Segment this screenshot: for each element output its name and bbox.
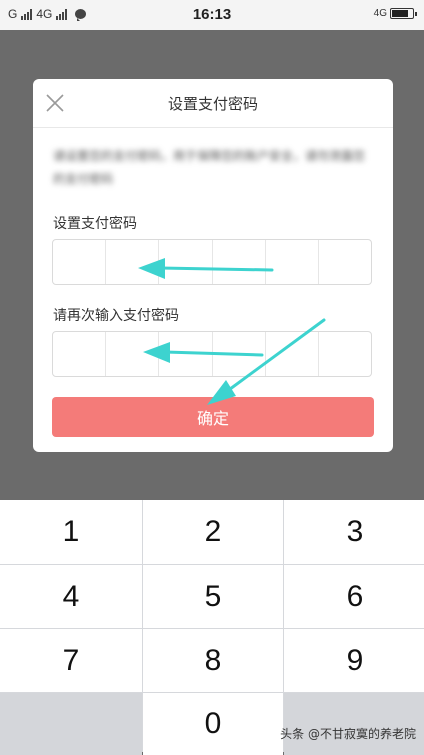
digit-cell	[53, 332, 107, 376]
digit-cell	[106, 332, 160, 376]
watermark: 头条 @不甘寂寞的养老院	[280, 727, 416, 741]
key-8[interactable]: 8	[143, 629, 283, 692]
key-0[interactable]: 0	[143, 693, 283, 755]
key-blank-right	[284, 693, 424, 755]
confirm-button[interactable]: 确定	[52, 397, 374, 437]
digit-cell	[319, 240, 371, 284]
digit-cell	[159, 332, 213, 376]
digit-cell	[106, 240, 160, 284]
digit-cell	[319, 332, 371, 376]
dialog-title: 设置支付密码	[167, 95, 258, 113]
key-blank-left	[0, 693, 142, 755]
key-7[interactable]: 7	[0, 629, 142, 692]
confirm-password-label: 请再次输入支付密码	[53, 308, 179, 324]
key-3[interactable]: 3	[284, 500, 424, 564]
battery-icon	[390, 8, 417, 19]
digit-cell	[266, 240, 319, 284]
status-bar: G 4G 16:13 4G	[0, 0, 424, 30]
key-9[interactable]: 9	[284, 629, 424, 692]
set-password-label: 设置支付密码	[53, 216, 137, 232]
key-4[interactable]: 4	[0, 565, 142, 628]
key-2[interactable]: 2	[143, 500, 283, 564]
confirm-password-input[interactable]	[52, 331, 372, 377]
digit-cell	[159, 240, 213, 284]
numeric-keypad: 1 2 3 4 5 6 7 8 9 0	[0, 500, 424, 755]
digit-cell	[213, 332, 266, 376]
set-password-input[interactable]	[52, 239, 372, 285]
dialog-header: 设置支付密码	[33, 79, 393, 128]
network-label: 4G	[373, 8, 387, 19]
status-right: 4G	[373, 8, 417, 19]
payment-password-dialog: 设置支付密码 请设置您的支付密码，用于保障您的账户安全，请勿泄露您的支付密码 设…	[33, 79, 393, 452]
dialog-description: 请设置您的支付密码，用于保障您的账户安全，请勿泄露您的支付密码	[53, 149, 366, 186]
digit-cell	[213, 240, 266, 284]
digit-cell	[266, 332, 319, 376]
key-1[interactable]: 1	[0, 500, 142, 564]
digit-cell	[53, 240, 107, 284]
key-6[interactable]: 6	[284, 565, 424, 628]
key-5[interactable]: 5	[143, 565, 283, 628]
clock: 16:13	[192, 6, 232, 23]
